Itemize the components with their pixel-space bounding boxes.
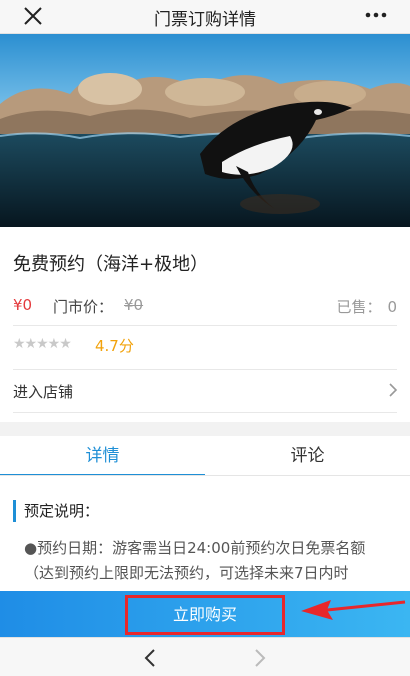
- rating-score: 4.7分: [95, 337, 134, 355]
- detail-text: ●预约日期：游客需当日24:00前预约次日免票名额 （达到预约上限即无法预约，可…: [24, 536, 394, 586]
- product-title: 免费预约（海洋+极地）: [13, 254, 209, 275]
- market-price: ¥0: [124, 296, 144, 314]
- detail-tabs: 详情 评论: [0, 436, 410, 476]
- sold-count-group: 已售： 0: [336, 296, 397, 317]
- divider: [13, 325, 397, 326]
- product-price: ¥0: [13, 296, 33, 314]
- market-price-label: 门市价：: [53, 298, 114, 316]
- detail-line: ●预约日期：游客需当日24:00前预约次日免票名额: [24, 539, 366, 557]
- product-image: [0, 34, 410, 227]
- chevron-right-icon: [389, 383, 398, 397]
- top-bar: 门票订购详情: [0, 0, 410, 34]
- product-info-card: 免费预约（海洋+极地） ¥0 门市价： ¥0 已售： 0 ★★★★★ 4.7分 进…: [0, 227, 410, 422]
- detail-line: （达到预约上限即无法预约，可选择未来7日内时: [24, 564, 349, 582]
- divider: [13, 412, 397, 413]
- back-arrow-icon[interactable]: [142, 647, 158, 669]
- penguin-photo: [0, 34, 410, 227]
- tab-review[interactable]: 评论: [205, 436, 410, 476]
- annotation-arrow-icon: [301, 600, 406, 620]
- page-title: 门票订购详情: [154, 10, 256, 30]
- sold-label: 已售：: [336, 298, 382, 316]
- enter-store-link[interactable]: 进入店铺: [0, 370, 410, 410]
- tab-detail[interactable]: 详情: [0, 436, 205, 476]
- forward-arrow-icon[interactable]: [252, 647, 268, 669]
- enter-store-label: 进入店铺: [13, 383, 74, 401]
- detail-panel: 预定说明： ●预约日期：游客需当日24:00前预约次日免票名额 （达到预约上限即…: [0, 476, 410, 591]
- buy-now-button[interactable]: 立即购买: [125, 595, 285, 635]
- more-icon[interactable]: [362, 2, 390, 28]
- rating-stars: ★★★★★: [13, 336, 72, 352]
- browser-nav-bar: [0, 637, 410, 676]
- sold-count: 0: [387, 298, 397, 316]
- section-title: 预定说明：: [13, 500, 99, 522]
